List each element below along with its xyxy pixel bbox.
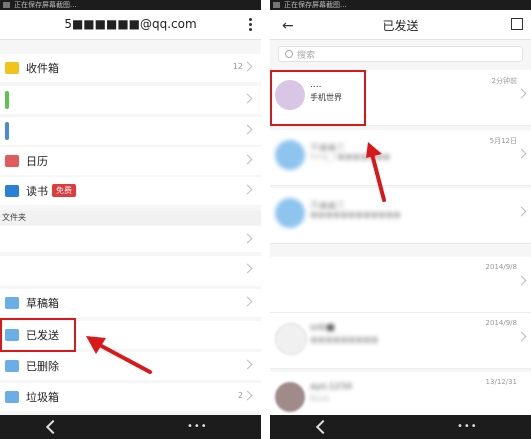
chevron-right-icon xyxy=(242,154,253,165)
mail-subject: Book xyxy=(310,394,330,403)
highlight-box xyxy=(0,318,76,352)
chevron-right-icon xyxy=(242,390,253,401)
folder-label: 读书 xyxy=(26,185,48,198)
compose-icon[interactable] xyxy=(511,18,523,30)
menu-icon[interactable]: ••• xyxy=(187,421,208,432)
nav-bar: ••• xyxy=(270,415,531,439)
folder-label: 草稿箱 xyxy=(26,297,59,310)
chevron-right-icon xyxy=(516,331,527,342)
mail-date: 13/12/31 xyxy=(485,378,517,386)
left-screenshot: 正在保存屏幕截图... 5■■■■■■@qq.com 收件箱 12 日历 读书 … xyxy=(0,0,261,439)
chevron-right-icon xyxy=(516,88,527,99)
folders-section-header: 文件夹 xyxy=(0,211,261,225)
folder-label: 日历 xyxy=(26,155,48,168)
chevron-right-icon xyxy=(242,184,253,195)
avatar xyxy=(275,198,305,228)
status-text: 正在保存屏幕截图... xyxy=(14,1,77,9)
blue-bar-icon xyxy=(5,122,9,140)
chevron-right-icon xyxy=(242,124,253,135)
avatar xyxy=(275,140,305,170)
mail-sender: ayo.1234 xyxy=(310,382,352,392)
chevron-right-icon xyxy=(516,206,527,217)
chevron-right-icon xyxy=(242,296,253,307)
green-bar-icon xyxy=(5,91,9,109)
mail-item[interactable]: snb■ ■■■■■■■■■ 2014/9/8 xyxy=(270,313,531,369)
mail-date: 2分钟前 xyxy=(491,77,517,85)
mail-item[interactable]: 黄■■文 tong_1■■■■■■■ 5月12日 xyxy=(270,130,531,186)
panel-divider xyxy=(261,0,270,439)
folder-icon xyxy=(5,360,19,372)
folder-spam[interactable]: 垃圾箱 2 xyxy=(0,383,261,411)
account-email: 5■■■■■■@qq.com xyxy=(64,17,197,31)
chevron-right-icon xyxy=(516,275,527,286)
more-icon[interactable] xyxy=(249,18,253,32)
book-icon xyxy=(5,185,19,197)
chevron-right-icon xyxy=(242,93,253,104)
menu-icon[interactable]: ••• xyxy=(457,421,478,432)
unread-count: 12 xyxy=(232,62,243,71)
mail-item[interactable]: 黄■■文 ■■■■■■■■■■■■ xyxy=(270,188,531,244)
screenshot-icon xyxy=(3,2,10,8)
folder-label: 收件箱 xyxy=(26,62,59,75)
status-text: 正在保存屏幕截图... xyxy=(284,1,347,9)
status-bar: 正在保存屏幕截图... xyxy=(0,0,261,10)
search-icon xyxy=(285,50,293,58)
highlight-box xyxy=(270,70,366,126)
folder-book[interactable]: 读书 免费 xyxy=(0,177,261,205)
red-arrow-icon xyxy=(86,336,152,374)
folder-drafts[interactable]: 草稿箱 xyxy=(0,289,261,317)
folder-blurred-2[interactable] xyxy=(0,256,261,286)
avatar xyxy=(275,323,307,355)
search-placeholder: 搜索 xyxy=(297,51,316,61)
mail-item[interactable]: 2014/9/8 xyxy=(270,257,531,313)
back-icon[interactable] xyxy=(45,419,61,435)
mail-sender: snb■ xyxy=(310,323,335,333)
mail-date: 2014/9/8 xyxy=(485,319,517,327)
calendar-icon xyxy=(5,155,19,167)
mail-subject: ■■■■■■■■■■■■ xyxy=(310,210,401,219)
page-title: 已发送 xyxy=(382,19,419,33)
screenshot-icon xyxy=(273,2,280,8)
status-bar: 正在保存屏幕截图... xyxy=(270,0,531,10)
mail-date: 5月12日 xyxy=(489,137,517,145)
chevron-right-icon xyxy=(242,233,253,244)
folder-icon xyxy=(5,297,19,309)
sent-header: ← 已发送 xyxy=(270,10,531,40)
account-header[interactable]: 5■■■■■■@qq.com xyxy=(0,10,261,40)
folder-green[interactable] xyxy=(0,86,261,114)
folder-blue[interactable] xyxy=(0,117,261,145)
mail-date: 2014/9/8 xyxy=(485,263,517,271)
red-arrow-icon xyxy=(366,142,386,202)
chevron-right-icon xyxy=(516,148,527,159)
mail-subject: ■■■■■■■■■ xyxy=(310,335,379,344)
chevron-right-icon xyxy=(242,359,253,370)
inbox-icon xyxy=(5,62,19,74)
folder-icon xyxy=(5,391,19,403)
folder-blurred-1[interactable] xyxy=(0,226,261,252)
back-icon[interactable] xyxy=(315,419,331,435)
folder-label: 已删除 xyxy=(26,360,59,373)
avatar xyxy=(275,382,305,412)
folder-calendar[interactable]: 日历 xyxy=(0,147,261,175)
chevron-right-icon xyxy=(242,61,253,72)
folder-inbox[interactable]: 收件箱 12 xyxy=(0,54,261,82)
right-screenshot: 正在保存屏幕截图... ← 已发送 搜索 .... 手机世界 2分钟前 黄■■文… xyxy=(270,0,531,439)
search-input[interactable]: 搜索 xyxy=(278,46,523,62)
nav-bar: ••• xyxy=(0,415,261,439)
free-badge: 免费 xyxy=(52,184,76,197)
folder-label: 垃圾箱 xyxy=(26,391,59,404)
chevron-right-icon xyxy=(242,263,253,274)
